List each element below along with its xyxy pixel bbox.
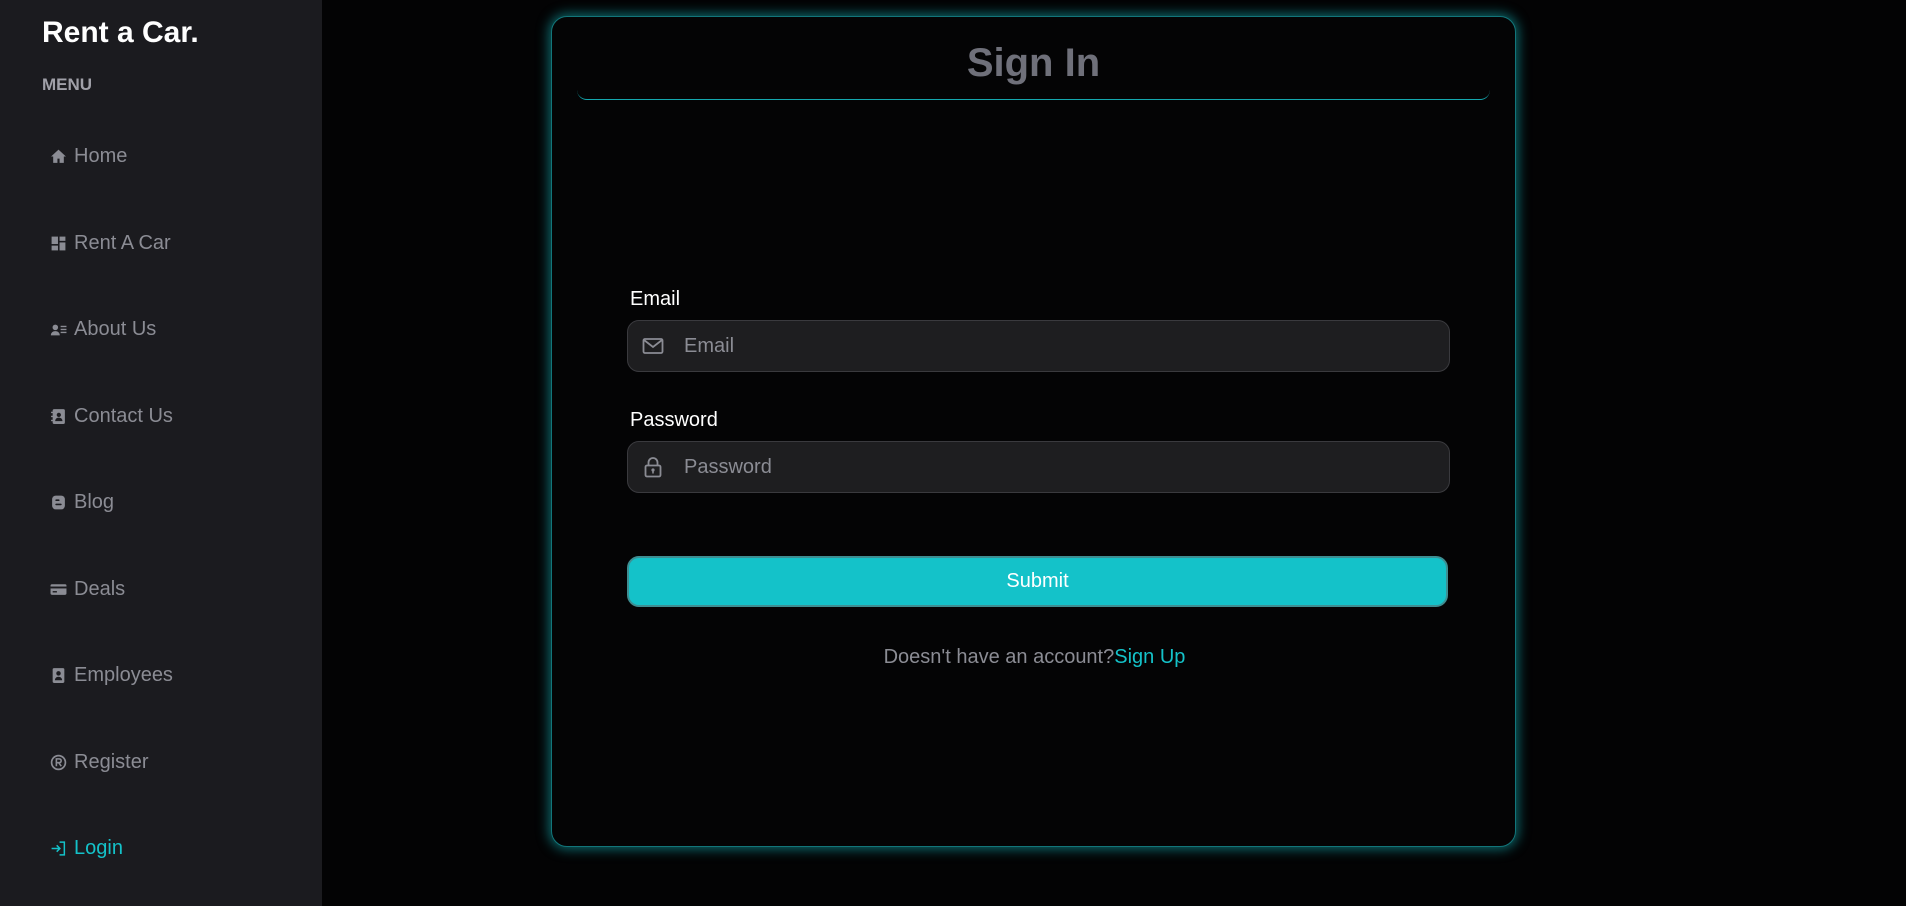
password-label: Password [630,409,718,431]
sidebar-item-login[interactable]: Login [48,833,123,863]
sidebar-item-label: Blog [74,490,115,513]
envelope-icon [641,334,665,358]
brand-logo[interactable]: Rent a Car. [42,16,199,50]
blog-icon [48,492,68,512]
registered-icon [48,752,68,772]
credit-card-icon [48,579,68,599]
sidebar-item-blog[interactable]: Blog [48,487,114,517]
password-field [627,441,1450,493]
email-field [627,320,1450,372]
signin-card: Sign In Email Password Submit Doesn't ha… [551,16,1516,847]
sidebar-item-deals[interactable]: Deals [48,574,125,604]
sidebar-item-label: Home [74,144,128,167]
sidebar-item-contact-us[interactable]: Contact Us [48,401,173,431]
sidebar-item-label: About Us [74,317,157,340]
dashboard-icon [48,233,68,253]
contact-card-icon [48,319,68,339]
page-title: Sign In [966,41,1101,85]
password-input[interactable] [684,442,1439,492]
sidebar-item-home[interactable]: Home [48,141,127,171]
badge-icon [48,665,68,685]
signup-prompt-text: Doesn't have an account? [883,646,1115,668]
submit-button[interactable]: Submit [627,556,1448,607]
menu-heading: MENU [42,75,93,94]
sidebar-item-label: Rent A Car [74,231,171,254]
sidebar-item-label: Register [74,750,149,773]
lock-icon [641,455,665,479]
home-icon [48,146,68,166]
address-book-icon [48,406,68,426]
sidebar: Rent a Car. MENU Home Rent A Car About U… [0,0,322,906]
sidebar-item-register[interactable]: Register [48,747,148,777]
card-header: Sign In [577,41,1490,100]
sidebar-item-rent-a-car[interactable]: Rent A Car [48,228,171,258]
sidebar-item-label: Contact Us [74,404,173,427]
signup-link[interactable]: Sign Up [1114,646,1185,668]
login-icon [48,838,68,858]
sidebar-item-label: Login [74,836,123,859]
sidebar-item-employees[interactable]: Employees [48,660,173,690]
email-label: Email [630,288,681,310]
email-input[interactable] [684,321,1439,371]
sidebar-item-label: Employees [74,663,173,686]
sidebar-item-about-us[interactable]: About Us [48,314,156,344]
signup-prompt-row: Doesn't have an account?Sign Up [552,646,1517,669]
sidebar-item-label: Deals [74,577,126,600]
